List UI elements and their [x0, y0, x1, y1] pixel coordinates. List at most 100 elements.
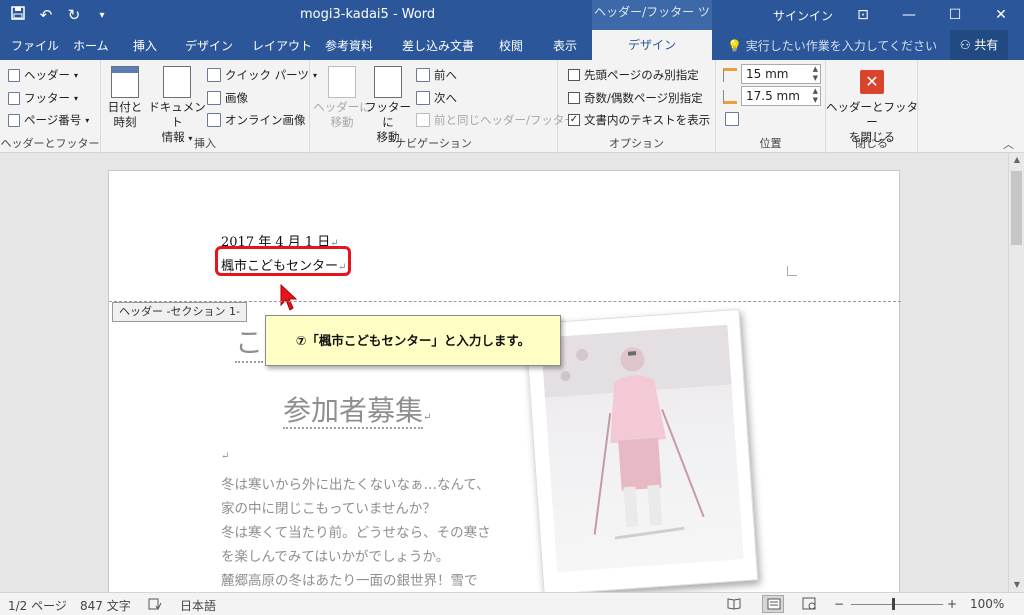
zoom-out-icon[interactable]: −: [834, 597, 844, 611]
show-document-text-label: 文書内のテキストを表示: [584, 113, 711, 127]
undo-icon[interactable]: ↶: [38, 6, 54, 24]
header-position-spinner[interactable]: 15 mm ▲ ▼: [741, 64, 821, 84]
header-section-tag: ヘッダー -セクション 1-: [112, 302, 247, 322]
zoom-slider-knob[interactable]: [892, 598, 895, 610]
next-button[interactable]: 次へ: [416, 90, 457, 106]
save-icon[interactable]: [10, 6, 26, 24]
close-button[interactable]: ✕: [978, 0, 1024, 30]
picture-label: 画像: [225, 91, 248, 105]
body-line: 冬は寒くて当たり前。どうせなら、その寒さ: [221, 525, 491, 541]
tab-references[interactable]: 参考資料: [325, 37, 373, 54]
picture-button[interactable]: 画像: [207, 90, 248, 106]
word-count[interactable]: 847 文字: [80, 597, 131, 614]
share-label: 共有: [974, 38, 999, 52]
tell-me-box[interactable]: 💡 実行したい作業を入力してください: [727, 37, 937, 54]
tell-me-placeholder: 実行したい作業を入力してください: [745, 39, 938, 53]
picture-icon: [207, 91, 221, 105]
quick-access-toolbar: ↶ ↻ ▾: [10, 0, 110, 30]
calendar-icon: [111, 66, 139, 98]
body-line: を楽しんでみてはいかがでしょうか。: [221, 549, 450, 565]
ribbon-tabs: ファイル ホーム 挿入 デザイン レイアウト 参考資料 差し込み文書 校閲 表示…: [0, 30, 1024, 60]
share-button[interactable]: ⚇ 共有: [950, 30, 1008, 60]
instruction-callout: ⑦「楓市こどもセンター」と入力します。: [265, 315, 561, 366]
body-paragraph: 冬は寒いから外に出たくないなぁ…なんて、 家の中に閉じこもっていませんか？ 冬は…: [221, 473, 491, 592]
header-position-value: 15 mm: [746, 67, 789, 81]
proofing-icon[interactable]: [148, 597, 162, 614]
different-first-page-checkbox[interactable]: 先頭ページのみ別指定: [568, 67, 699, 83]
group-header-footer: ヘッダー ▾ フッター ▾ ページ番号 ▾ ヘッダーとフッター: [0, 60, 101, 153]
page-number-label: ページ番号: [24, 113, 82, 127]
print-layout-icon[interactable]: [762, 595, 784, 613]
previous-button[interactable]: 前へ: [416, 67, 457, 83]
read-mode-icon[interactable]: [727, 597, 741, 613]
document-area: 2017 年 4 月 1 日↵ 楓市こどもセンター↵ ヘッダー -セクション 1…: [0, 153, 1008, 592]
footer-icon: [8, 91, 20, 105]
collapse-ribbon-icon[interactable]: ︿: [1003, 136, 1014, 152]
page-number-dropdown[interactable]: ページ番号 ▾: [8, 112, 89, 128]
checkbox-checked-icon: ✓: [568, 114, 580, 126]
body-line: 麓郷高原の冬はあたり一面の銀世界！雪で: [221, 573, 478, 589]
web-layout-icon[interactable]: [802, 597, 816, 613]
header-icon: [8, 68, 20, 82]
group-label-close: 閉じる: [855, 137, 888, 150]
spinner-arrows-icon[interactable]: ▲ ▼: [813, 65, 818, 83]
language-indicator[interactable]: 日本語: [180, 597, 216, 614]
quick-parts-dropdown[interactable]: クイック パーツ ▾: [207, 67, 317, 83]
show-document-text-checkbox[interactable]: ✓ 文書内のテキストを表示: [568, 112, 710, 128]
header-label: ヘッダー: [24, 68, 70, 82]
header-dropdown[interactable]: ヘッダー ▾: [8, 67, 78, 83]
zoom-slider-track[interactable]: [851, 604, 943, 605]
header-position-icon: [723, 68, 737, 82]
zoom-in-icon[interactable]: +: [947, 597, 957, 611]
tab-home[interactable]: ホーム: [73, 37, 109, 54]
tab-layout[interactable]: レイアウト: [252, 37, 312, 54]
online-picture-button[interactable]: オンライン画像: [207, 112, 306, 128]
tab-review[interactable]: 校閲: [499, 37, 523, 54]
ribbon-display-options-icon[interactable]: ⊡: [840, 0, 886, 30]
footer-dropdown[interactable]: フッター ▾: [8, 90, 78, 106]
footer-position-spinner[interactable]: 17.5 mm ▲ ▼: [741, 86, 821, 106]
body-title-line: 参加者募集↵: [283, 389, 431, 429]
group-insert: 日付と 時刻 ドキュメント 情報 ▾ クイック パーツ ▾ 画像 オンライン画像…: [101, 60, 317, 153]
document-page[interactable]: 2017 年 4 月 1 日↵ 楓市こどもセンター↵ ヘッダー -セクション 1…: [108, 170, 901, 592]
vertical-scrollbar[interactable]: ▲ ▼: [1008, 153, 1024, 592]
signin-link[interactable]: サインイン: [773, 7, 833, 24]
title-bar: ↶ ↻ ▾ mogi3-kadai5 - Word ヘッダー/フッター ツール …: [0, 0, 1024, 43]
group-options: 先頭ページのみ別指定 奇数/偶数ページ別指定 ✓ 文書内のテキストを表示 オプシ…: [558, 60, 716, 153]
scroll-down-icon[interactable]: ▼: [1009, 578, 1024, 592]
odd-even-pages-label: 奇数/偶数ページ別指定: [584, 91, 703, 105]
scrollbar-thumb[interactable]: [1011, 171, 1022, 245]
person-icon: ⚇: [959, 38, 971, 52]
tab-hf-design[interactable]: デザイン: [592, 30, 712, 60]
customize-qat-icon[interactable]: ▾: [94, 10, 110, 21]
ski-photo-image: [540, 324, 744, 573]
footer-position-value: 17.5 mm: [746, 89, 800, 103]
next-icon: [416, 91, 430, 105]
link-to-previous-icon: [416, 113, 430, 127]
group-label-navigation: ナビゲーション: [395, 137, 472, 150]
tab-design[interactable]: デザイン: [185, 37, 233, 54]
minimize-button[interactable]: —: [886, 0, 932, 30]
tab-file[interactable]: ファイル: [11, 37, 59, 54]
checkbox-unchecked-icon: [568, 92, 580, 104]
link-to-previous-button[interactable]: 前と同じヘッダー/フッター: [416, 112, 576, 128]
document-info-icon: [163, 66, 191, 98]
redo-icon[interactable]: ↻: [66, 6, 82, 24]
lightbulb-icon: 💡: [727, 39, 742, 53]
tab-view[interactable]: 表示: [553, 37, 577, 54]
page-count[interactable]: 1/2 ページ: [8, 597, 67, 614]
zoom-level[interactable]: 100%: [970, 597, 1004, 611]
maximize-button[interactable]: ☐: [932, 0, 978, 30]
group-label-header-footer: ヘッダーとフッター: [0, 137, 100, 150]
paragraph-mark-icon: ↵: [221, 451, 230, 462]
spinner-arrows-icon[interactable]: ▲ ▼: [813, 87, 818, 105]
quick-parts-label: クイック パーツ: [225, 68, 309, 82]
tab-insert[interactable]: 挿入: [133, 37, 157, 54]
tab-mailings[interactable]: 差し込み文書: [402, 37, 474, 54]
chevron-down-icon: ▾: [74, 93, 79, 103]
link-to-previous-label: 前と同じヘッダー/フッター: [434, 113, 576, 127]
odd-even-pages-checkbox[interactable]: 奇数/偶数ページ別指定: [568, 90, 703, 106]
next-label: 次へ: [434, 91, 457, 105]
insert-alignment-tab-icon[interactable]: [725, 112, 739, 126]
scroll-up-icon[interactable]: ▲: [1009, 153, 1024, 167]
